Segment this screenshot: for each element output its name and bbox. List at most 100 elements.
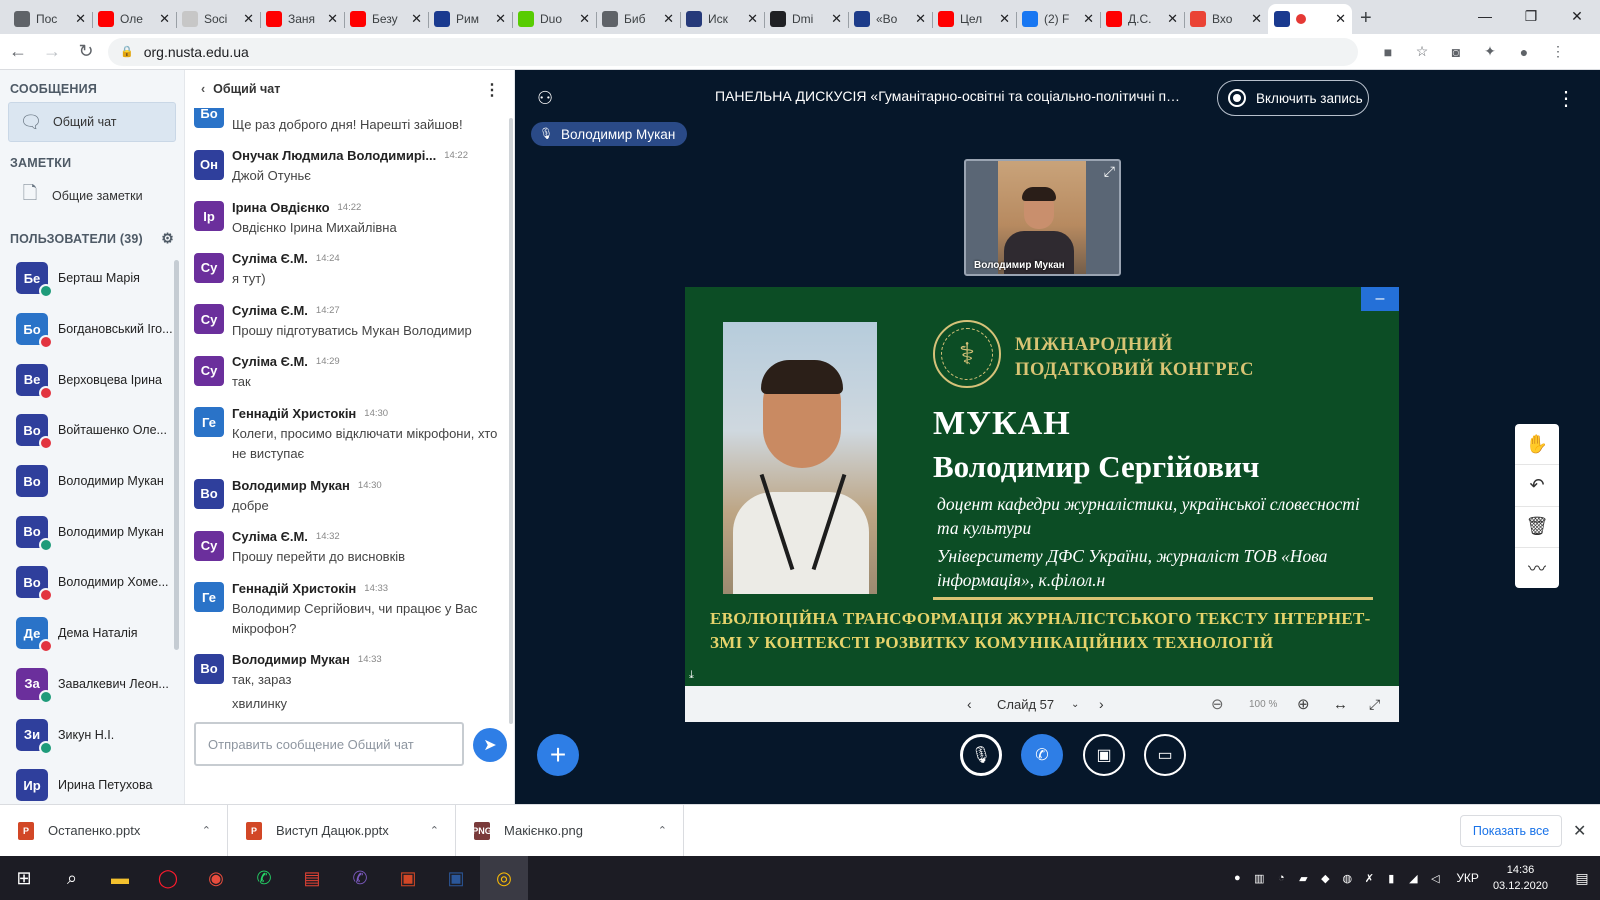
bookmark-star-icon[interactable]: ☆ [1410,40,1434,64]
clock[interactable]: 14:36 03.12.2020 [1493,862,1548,894]
browser-tab[interactable]: Безу ✕ [344,4,428,34]
download-icon[interactable]: ⤓ [689,669,694,682]
browser-tab[interactable]: Рим ✕ [428,4,512,34]
browser-tab[interactable]: Duo ✕ [512,4,596,34]
browser-tab[interactable]: Биб ✕ [596,4,680,34]
back-icon[interactable]: ← [2,36,34,68]
fit-width-icon[interactable]: ↔ [1333,696,1348,713]
user-list-item[interactable]: Во Войташенко Оле... [0,405,184,456]
browser-tab[interactable]: ✕ [1268,4,1352,34]
close-tab-icon[interactable]: ✕ [915,11,926,27]
printer-icon[interactable]: ▥ [1248,872,1270,885]
powerpoint-icon[interactable]: ▣ [384,856,432,900]
options-menu-icon[interactable]: ⋮ [1556,86,1576,111]
viber-tray-icon[interactable]: ◔ [1270,872,1292,884]
user-list-item[interactable]: Во Володимир Хоме... [0,557,184,608]
screenshot-icon[interactable]: ◙ [1444,40,1468,64]
close-tab-icon[interactable]: ✕ [831,11,842,27]
chrome-icon[interactable]: ◎ [480,856,528,900]
zoom-out-icon[interactable]: ⊖ [1211,695,1224,713]
extensions-icon[interactable]: ✦ [1478,40,1502,64]
close-tab-icon[interactable]: ✕ [327,11,338,27]
whatsapp-icon[interactable]: ✆ [240,856,288,900]
wifi-icon[interactable]: ◢ [1402,872,1424,885]
chat-options-icon[interactable]: ⋮ [484,80,500,100]
leave-audio-button[interactable]: ✆ [1021,734,1063,776]
user-list-item[interactable]: Ир Ирина Петухова [0,760,184,804]
restore-icon[interactable]: ❐ [1508,0,1554,32]
share-screen-button[interactable]: ▭ [1144,734,1186,776]
close-tab-icon[interactable]: ✕ [747,11,758,27]
menu-icon[interactable]: ⋮ [1546,40,1570,64]
browser-tab[interactable]: Цел ✕ [932,4,1016,34]
app-icon[interactable]: ◉ [192,856,240,900]
close-tab-icon[interactable]: ✕ [579,11,590,27]
close-tab-icon[interactable]: ✕ [663,11,674,27]
next-slide-icon[interactable]: › [1099,696,1104,712]
chevron-up-icon[interactable]: ⌃ [202,824,211,837]
notifications-icon[interactable]: ▤ [1564,870,1600,887]
close-tab-icon[interactable]: ✕ [243,11,254,27]
minimize-presentation-button[interactable]: – [1361,287,1399,311]
close-downloads-icon[interactable]: ✕ [1573,821,1586,841]
close-tab-icon[interactable]: ✕ [1251,11,1262,27]
browser-tab[interactable]: Dmi ✕ [764,4,848,34]
shared-notes-item[interactable]: 🗋 Общие заметки [8,176,176,216]
download-item[interactable]: P Остапенко.pptx ⌃ [0,804,228,857]
undo-icon[interactable]: ↶ [1515,465,1559,507]
browser-tab[interactable]: Д.С. ✕ [1100,4,1184,34]
battery-icon[interactable]: ▮ [1380,872,1402,885]
trash-icon[interactable]: 🗑 [1515,507,1559,548]
close-tab-icon[interactable]: ✕ [411,11,422,27]
reload-icon[interactable]: ↻ [70,36,102,68]
viber-icon[interactable]: ✆ [336,856,384,900]
chevron-down-icon[interactable]: ⌄ [1071,699,1079,710]
user-list-item[interactable]: Зи Зикун Н.І. [0,709,184,760]
actions-plus-button[interactable]: + [537,734,579,776]
multi-user-whiteboard-icon[interactable]: 〰 [1515,548,1559,588]
download-item[interactable]: P Виступ Дацюк.pptx ⌃ [228,804,456,857]
address-bar[interactable]: 🔒 org.nusta.edu.ua [108,37,1358,66]
new-tab-button[interactable]: + [1360,7,1372,30]
forward-icon[interactable]: → [36,36,68,68]
tray-app-icon[interactable]: ◆ [1314,872,1336,885]
language-indicator[interactable]: УКР [1456,871,1479,885]
minimize-icon[interactable]: — [1462,0,1508,32]
word-icon[interactable]: ▣ [432,856,480,900]
fullscreen-icon[interactable]: ⤢ [1104,163,1115,180]
zoom-in-icon[interactable]: ⊕ [1297,695,1310,713]
chevron-up-icon[interactable]: ⌃ [658,824,667,837]
file-explorer-icon[interactable]: ▬ [96,856,144,900]
chat-scrollbar[interactable] [509,118,513,724]
browser-tab[interactable]: Soci ✕ [176,4,260,34]
close-tab-icon[interactable]: ✕ [1167,11,1178,27]
user-list-item[interactable]: Бе Берташ Марія [0,253,184,304]
user-list-item[interactable]: Де Дема Наталія [0,608,184,659]
profile-avatar[interactable]: ● [1512,40,1536,64]
pdf-icon[interactable]: ▤ [288,856,336,900]
tray-app-icon[interactable]: ● [1226,872,1248,884]
user-list-item[interactable]: Во Володимир Мукан [0,456,184,507]
user-list-item[interactable]: Ве Верховцева Ірина [0,354,184,405]
close-tab-icon[interactable]: ✕ [159,11,170,27]
record-button[interactable]: Включить запись [1217,80,1369,116]
users-scrollbar[interactable] [174,260,179,650]
chat-message-input[interactable]: Отправить сообщение Общий чат [194,722,464,766]
close-tab-icon[interactable]: ✕ [1335,11,1346,27]
nvidia-icon[interactable]: ▰ [1292,872,1314,885]
user-list-item[interactable]: Во Володимир Мукан [0,506,184,557]
browser-tab[interactable]: Оле ✕ [92,4,176,34]
browser-tab[interactable]: «Во ✕ [848,4,932,34]
tray-app-icon[interactable]: ◍ [1336,872,1358,885]
webcam-video[interactable]: ⤢ Володимир Мукан [964,159,1121,276]
browser-tab[interactable]: Иск ✕ [680,4,764,34]
close-tab-icon[interactable]: ✕ [1083,11,1094,27]
camera-permission-icon[interactable]: ■ [1376,40,1400,64]
user-icon[interactable]: ⚇ [537,88,553,109]
browser-tab[interactable]: Вхо ✕ [1184,4,1268,34]
browser-tab[interactable]: Заня ✕ [260,4,344,34]
gear-icon[interactable]: ⚙ [161,230,174,247]
browser-tab[interactable]: Пос ✕ [8,4,92,34]
public-chat-item[interactable]: 🗨 Общий чат [8,102,176,142]
send-message-button[interactable]: ➤ [473,728,507,762]
